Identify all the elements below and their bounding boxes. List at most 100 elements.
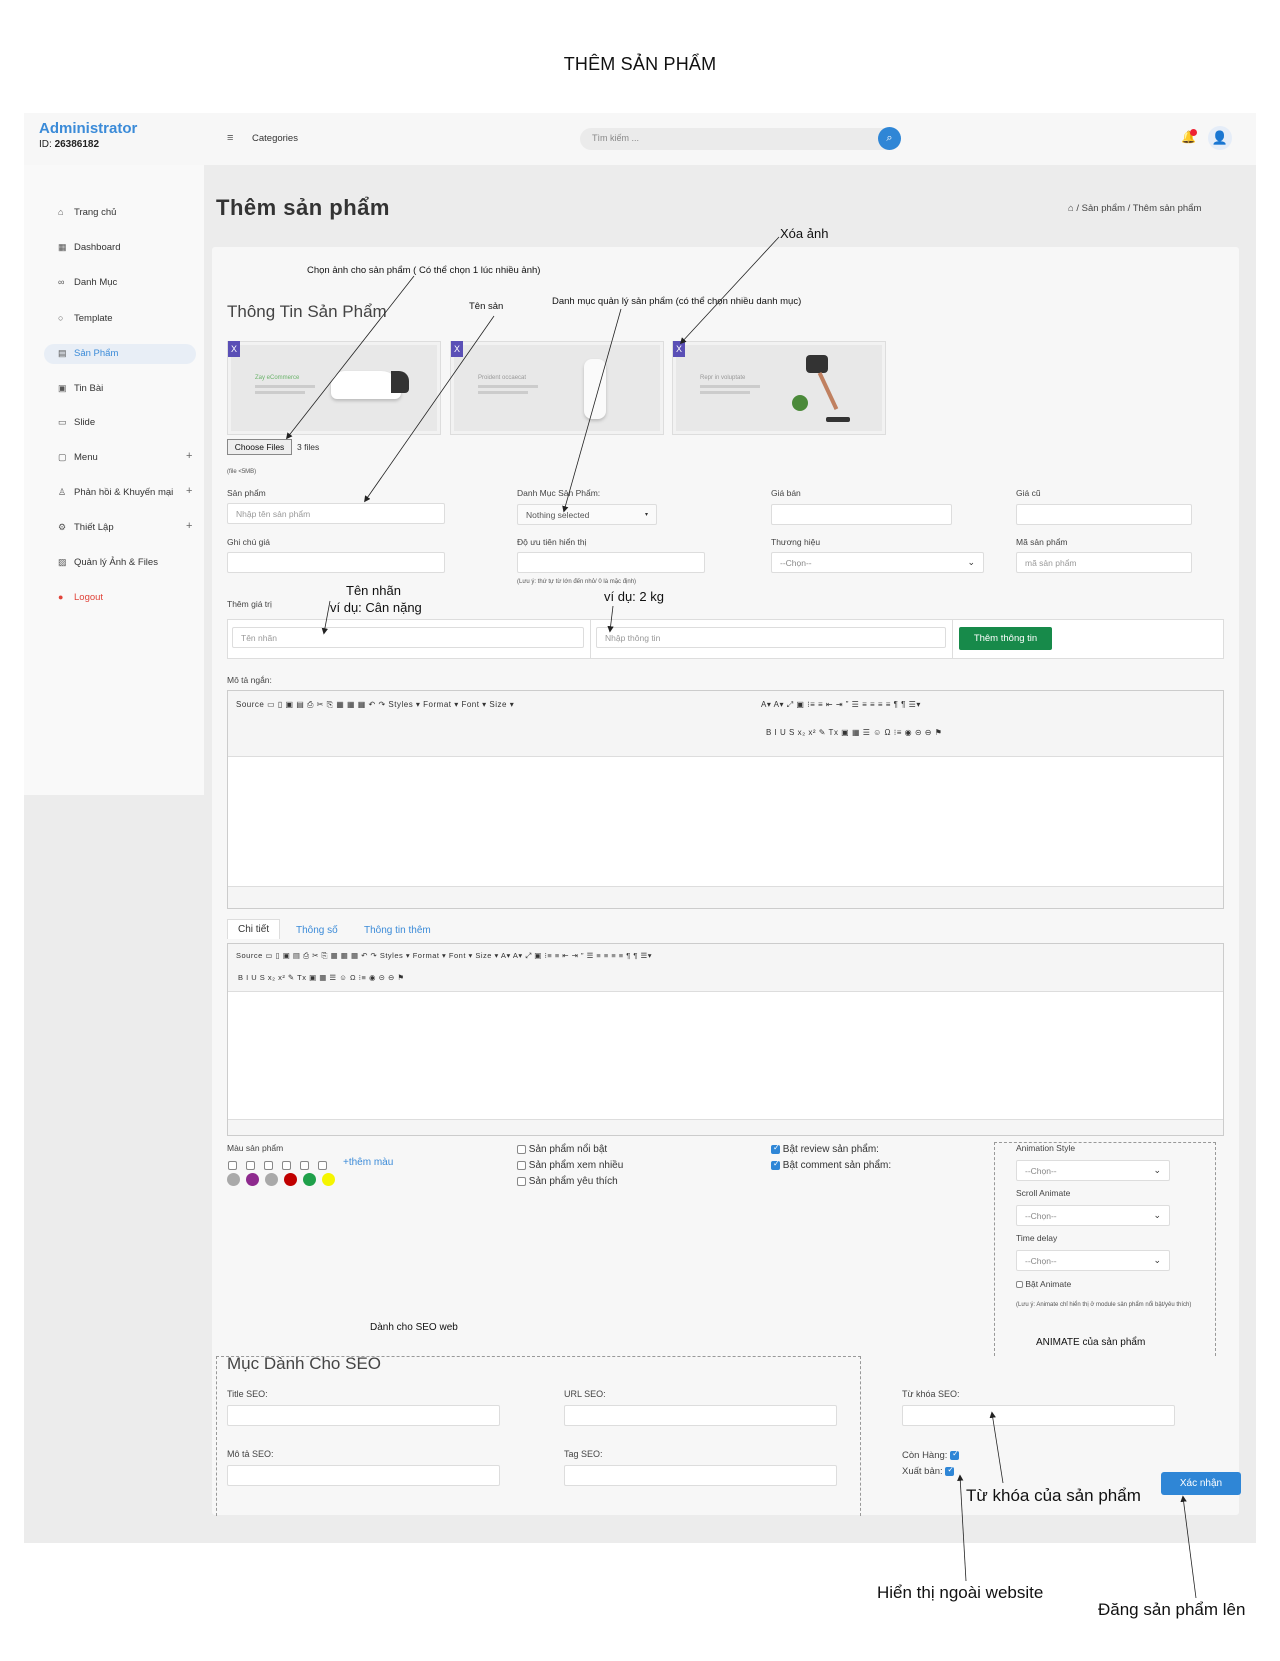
circle-icon: ○	[58, 313, 64, 323]
sidebar-item-categories[interactable]: ∞ Danh Mục	[58, 277, 117, 288]
color-checkbox[interactable]	[282, 1161, 291, 1171]
checkbox[interactable]	[950, 1449, 960, 1460]
time-delay-select[interactable]: --Chọn-- ⌄	[1016, 1250, 1170, 1271]
menu-expand-icon[interactable]: +	[186, 450, 192, 462]
color-swatch[interactable]	[246, 1173, 259, 1186]
sidebar-item-settings[interactable]: ⚙ Thiết Lập	[58, 522, 114, 533]
sidebar-item-feedback[interactable]: ♙ Phản hồi & Khuyến mại	[58, 487, 173, 498]
checkbox[interactable]	[1016, 1281, 1023, 1289]
image-icon: ▨	[58, 557, 67, 567]
home-icon[interactable]: ⌂	[1068, 203, 1074, 214]
avatar[interactable]: 👤	[1208, 126, 1232, 150]
featured-product-option[interactable]: Sản phẩm nổi bật	[517, 1144, 607, 1155]
scroll-animate-select[interactable]: --Chọn-- ⌄	[1016, 1205, 1170, 1226]
tab-specs[interactable]: Thông số	[296, 925, 338, 936]
priority-note: (Lưu ý: thứ tự từ lớn đến nhỏ/ 0 là mặc …	[517, 579, 637, 585]
old-price-input[interactable]	[1016, 504, 1192, 525]
add-info-button[interactable]: Thêm thông tin	[959, 627, 1052, 650]
checkbox[interactable]	[771, 1159, 780, 1170]
sidebar-item-slide[interactable]: ▭ Slide	[58, 417, 95, 428]
sidebar-item-home[interactable]: ⌂ Trang chủ	[58, 207, 116, 218]
annotation-show-outside: Hiển thị ngoài website	[877, 1583, 1044, 1602]
seo-panel	[216, 1356, 861, 1516]
color-swatch[interactable]	[322, 1173, 335, 1186]
product-code-input[interactable]: mã sản phẩm	[1016, 552, 1192, 573]
settings-expand-icon[interactable]: +	[186, 520, 192, 532]
search-icon[interactable]: ⌕	[878, 127, 901, 150]
toolbar-row-1[interactable]: Source ▭ ▯ ▣ ▤ ⎙ ✂ ⎘ ▦ ▦ ▦ ↶ ↷ Styles ▾ …	[236, 700, 514, 710]
enable-animate-option[interactable]: Bật Animate	[1016, 1279, 1071, 1289]
tab-extra-info[interactable]: Thông tin thêm	[364, 925, 431, 936]
checkbox[interactable]	[517, 1160, 526, 1170]
delete-image-1-button[interactable]: X	[228, 341, 240, 357]
url-seo-input[interactable]	[564, 1405, 837, 1426]
price-label: Giá bán	[771, 488, 801, 498]
short-description-editor[interactable]: Source ▭ ▯ ▣ ▤ ⎙ ✂ ⎘ ▦ ▦ ▦ ↶ ↷ Styles ▾ …	[227, 690, 1224, 909]
user-icon: ♙	[58, 487, 67, 497]
news-icon: ▣	[58, 383, 67, 393]
attribute-value-input[interactable]: Nhập thông tin	[596, 627, 946, 648]
color-checkboxes[interactable]	[228, 1157, 327, 1175]
price-input[interactable]	[771, 504, 952, 525]
choose-files-button[interactable]: Choose Files	[227, 439, 292, 455]
tag-seo-input[interactable]	[564, 1465, 837, 1486]
product-name-input[interactable]: Nhập tên sản phẩm	[227, 503, 445, 524]
categories-link[interactable]: Categories	[252, 133, 298, 144]
tab-details[interactable]: Chi tiết	[227, 919, 281, 939]
price-note-label: Ghi chú giá	[227, 537, 270, 547]
toolbar-row-1[interactable]: Source ▭ ▯ ▣ ▤ ⎙ ✂ ⎘ ▦ ▦ ▦ ↶ ↷ Styles ▾ …	[236, 951, 652, 961]
brand-select[interactable]: --Chọn-- ⌄	[771, 552, 984, 573]
logout-icon: ●	[58, 592, 64, 602]
sidebar-item-media[interactable]: ▨ Quản lý Ảnh & Files	[58, 557, 158, 568]
toolbar-row-2[interactable]: B I U S x₂ x² ✎ Tx ▣ ▦ ☰ ☺ Ω ⁝≡ ◉ ⊝ ⊖ ⚑	[238, 973, 405, 982]
product-code-label: Mã sản phẩm	[1016, 537, 1068, 547]
color-checkbox[interactable]	[246, 1161, 255, 1171]
sidebar-item-menu[interactable]: ▢ Menu	[58, 452, 98, 463]
add-color-link[interactable]: +thêm màu	[343, 1157, 393, 1168]
publish-option[interactable]: Xuất bản:	[902, 1465, 955, 1477]
annotation-animate: ANIMATE của sản phẩm	[1036, 1337, 1146, 1348]
enable-review-option[interactable]: Bật review sản phẩm:	[771, 1143, 879, 1155]
color-swatch[interactable]	[303, 1173, 316, 1186]
checkbox[interactable]	[517, 1176, 526, 1186]
toolbar-row-2[interactable]: B I U S x₂ x² ✎ Tx ▣ ▦ ☰ ☺ Ω ⁝≡ ◉ ⊝ ⊖ ⚑	[766, 728, 942, 737]
delete-image-2-button[interactable]: X	[451, 341, 463, 357]
description-seo-input[interactable]	[227, 1465, 500, 1486]
color-swatch[interactable]	[284, 1173, 297, 1186]
editor-statusbar	[228, 886, 1223, 908]
sidebar-item-products[interactable]: ▤ Sản Phẩm	[58, 348, 118, 359]
detail-editor[interactable]: Source ▭ ▯ ▣ ▤ ⎙ ✂ ⎘ ▦ ▦ ▦ ↶ ↷ Styles ▾ …	[227, 943, 1224, 1136]
sidebar-item-dashboard[interactable]: ▦ Dashboard	[58, 242, 120, 253]
priority-input[interactable]	[517, 552, 705, 573]
title-seo-input[interactable]	[227, 1405, 500, 1426]
attribute-name-input[interactable]: Tên nhãn	[232, 627, 584, 648]
sidebar-item-news[interactable]: ▣ Tin Bài	[58, 383, 103, 394]
confirm-button[interactable]: Xác nhận	[1161, 1472, 1241, 1495]
in-stock-option[interactable]: Còn Hàng:	[902, 1449, 960, 1461]
checkbox[interactable]	[945, 1465, 955, 1476]
search-input[interactable]: Tìm kiếm ...	[580, 128, 900, 150]
description-seo-label: Mô tả SEO:	[227, 1449, 274, 1459]
toolbar-row-1-right[interactable]: A▾ A▾ ⤢ ▣ ⁝≡ ≡ ⇤ ⇥ ” ☰ ≡ ≡ ≡ ≡ ¶ ¶ ☰▾	[761, 700, 921, 710]
feedback-expand-icon[interactable]: +	[186, 485, 192, 497]
color-checkbox[interactable]	[300, 1161, 309, 1171]
color-swatch[interactable]	[227, 1173, 240, 1186]
color-checkbox[interactable]	[318, 1161, 327, 1171]
favorite-option[interactable]: Sản phẩm yêu thích	[517, 1176, 618, 1187]
files-count: 3 files	[297, 442, 320, 452]
color-checkbox[interactable]	[264, 1161, 273, 1171]
sidebar-item-template[interactable]: ○ Template	[58, 313, 113, 324]
checkbox[interactable]	[517, 1144, 526, 1154]
hamburger-icon[interactable]: ≡	[227, 132, 233, 144]
sidebar-item-logout[interactable]: ● Logout	[58, 592, 103, 603]
delete-image-3-button[interactable]: X	[673, 341, 685, 357]
keywords-seo-input[interactable]	[902, 1405, 1175, 1426]
color-swatch[interactable]	[265, 1173, 278, 1186]
price-note-input[interactable]	[227, 552, 445, 573]
checkbox[interactable]	[771, 1143, 780, 1154]
enable-comment-option[interactable]: Bật comment sản phẩm:	[771, 1159, 891, 1171]
most-viewed-option[interactable]: Sản phẩm xem nhiều	[517, 1160, 623, 1171]
color-checkbox[interactable]	[228, 1161, 237, 1171]
animation-style-select[interactable]: --Chọn-- ⌄	[1016, 1160, 1170, 1181]
category-select[interactable]: Nothing selected ▾	[517, 504, 657, 525]
